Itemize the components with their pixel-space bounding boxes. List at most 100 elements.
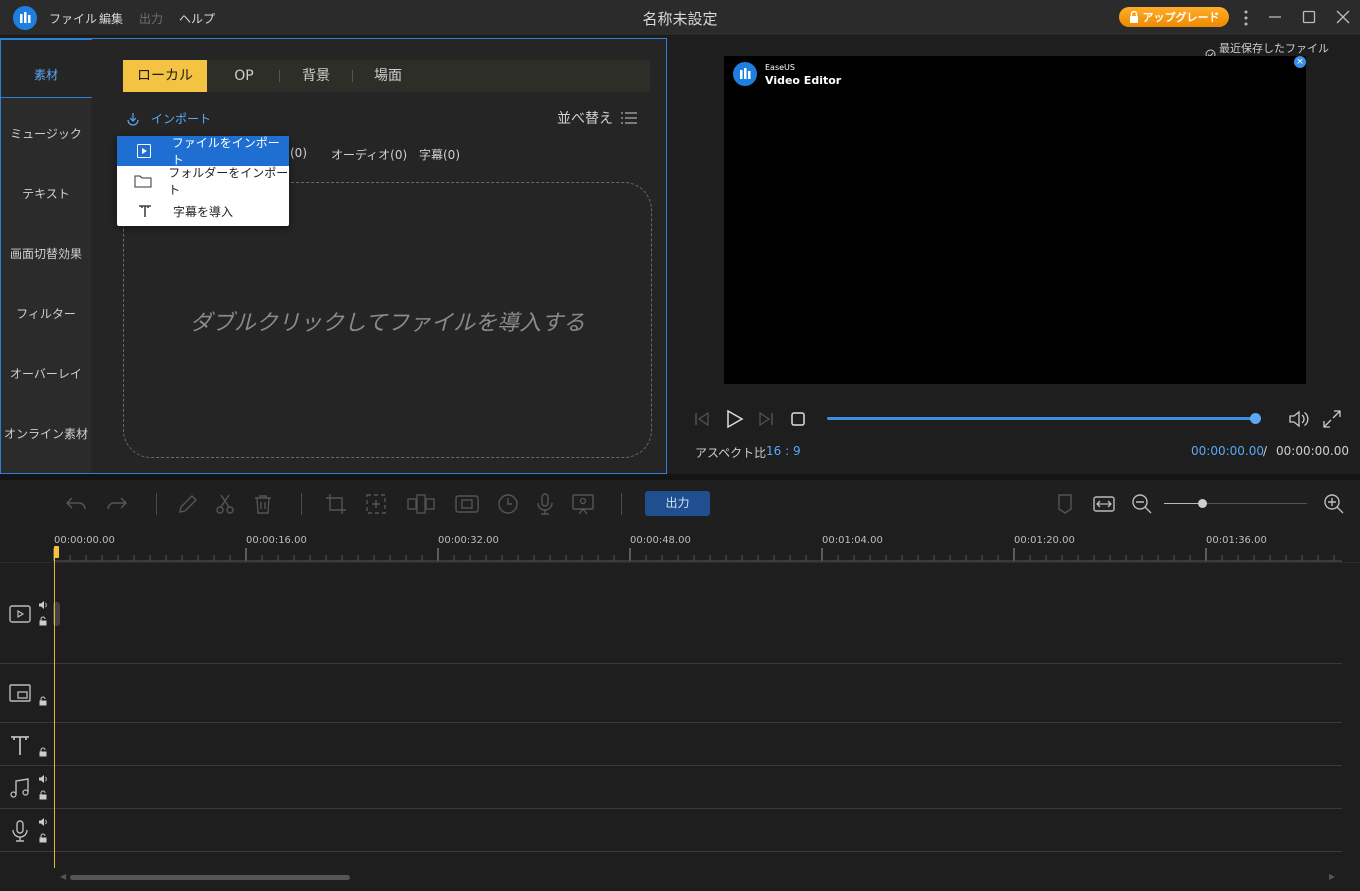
ruler-label: 00:00:48.00 <box>630 535 691 546</box>
playhead-handle[interactable] <box>54 546 59 558</box>
trash-icon[interactable] <box>251 492 275 516</box>
edit-pencil-icon[interactable] <box>176 492 200 516</box>
scissors-icon[interactable] <box>213 492 237 516</box>
undo-icon[interactable] <box>64 492 88 516</box>
filter-tab-subtitle[interactable]: 字幕(0) <box>419 146 460 163</box>
maximize-icon[interactable] <box>1302 10 1316 24</box>
playback-progress-bar[interactable] <box>827 417 1256 420</box>
filter-tab-audio[interactable]: オーディオ(0) <box>331 146 407 163</box>
text-track[interactable] <box>0 723 1342 766</box>
lock-icon <box>1129 11 1139 23</box>
speaker-icon[interactable] <box>38 817 48 827</box>
total-time: 00:00:00.00 <box>1276 444 1349 458</box>
sort-button[interactable]: 並べ替え <box>557 108 637 128</box>
watermark-brand: EaseUS <box>765 63 795 72</box>
toolbar-separator <box>301 493 302 515</box>
tab-op[interactable]: OP <box>219 60 269 92</box>
menu-item-import-folder[interactable]: フォルダーをインポート <box>117 166 289 197</box>
filter-tab-video[interactable]: (0) <box>290 146 307 160</box>
volume-icon[interactable] <box>1288 409 1310 429</box>
aspect-ratio-value[interactable]: 16 : 9 <box>766 444 801 458</box>
unlock-icon[interactable] <box>38 696 48 706</box>
aspect-ratio-label: アスペクト比 <box>695 446 767 460</box>
menu-item-import-subtitle[interactable]: 字幕を導入 <box>117 196 289 226</box>
ruler-label: 00:00:16.00 <box>246 535 307 546</box>
text-track-icon <box>8 733 32 757</box>
tab-separator <box>279 70 280 82</box>
speed-clock-icon[interactable] <box>496 492 520 516</box>
menu-help[interactable]: ヘルプ <box>179 10 215 27</box>
category-text[interactable]: テキスト <box>1 185 91 202</box>
folder-icon <box>117 174 168 188</box>
close-icon[interactable] <box>1336 10 1350 24</box>
play-icon[interactable] <box>724 409 744 429</box>
watermark-logo-icon <box>733 62 757 86</box>
category-filters[interactable]: フィルター <box>1 305 91 322</box>
video-track[interactable] <box>0 563 1342 664</box>
ruler-label: 00:01:20.00 <box>1014 535 1075 546</box>
stop-icon[interactable] <box>790 411 806 427</box>
preview-screen[interactable] <box>724 56 1306 384</box>
screen-record-icon[interactable] <box>571 492 595 516</box>
time-separator: / <box>1263 444 1268 458</box>
minimize-icon[interactable] <box>1268 10 1282 24</box>
tab-local[interactable]: ローカル <box>123 60 207 92</box>
mosaic-icon[interactable] <box>406 492 436 516</box>
category-transitions[interactable]: 画面切替効果 <box>1 245 91 262</box>
category-overlays[interactable]: オーバーレイ <box>1 365 91 382</box>
unlock-icon[interactable] <box>38 833 48 843</box>
unlock-icon[interactable] <box>38 790 48 800</box>
music-track[interactable] <box>0 766 1342 809</box>
menu-item-label: ファイルをインポート <box>171 136 280 167</box>
zoom-crop-icon[interactable] <box>364 492 388 516</box>
menu-item-import-file[interactable]: ファイルをインポート <box>117 136 289 167</box>
menu-edit[interactable]: 編集 <box>99 10 123 27</box>
drop-hint: ダブルクリックしてファイルを導入する <box>189 311 586 336</box>
marker-icon[interactable] <box>1055 492 1079 516</box>
voiceover-mic-icon[interactable] <box>533 492 557 516</box>
fit-timeline-icon[interactable] <box>1092 492 1116 516</box>
redo-icon[interactable] <box>105 492 129 516</box>
import-icon <box>125 111 141 127</box>
menu-export[interactable]: 出力 <box>139 10 163 27</box>
timeline-scroll-thumb[interactable] <box>70 875 350 880</box>
watermark-close-icon[interactable]: × <box>1294 56 1306 68</box>
scroll-right-icon[interactable]: ▶ <box>1329 872 1335 881</box>
tab-scene[interactable]: 場面 <box>361 60 415 92</box>
media-tabs: ローカル OP 背景 場面 <box>123 60 650 92</box>
more-menu-icon[interactable] <box>1243 9 1249 27</box>
overlay-track[interactable] <box>0 664 1342 723</box>
menu-item-label: 字幕を導入 <box>173 204 234 219</box>
import-button[interactable]: インポート <box>125 110 211 127</box>
timeline-zoom-fill <box>1164 503 1202 504</box>
menu-file[interactable]: ファイル <box>49 10 97 27</box>
tab-background[interactable]: 背景 <box>289 60 343 92</box>
category-media[interactable]: 素材 <box>1 66 91 83</box>
timeline-zoom-handle[interactable] <box>1198 499 1207 508</box>
overlay-track-icon <box>8 682 32 706</box>
unlock-icon[interactable] <box>38 616 48 626</box>
playback-progress-handle[interactable] <box>1250 413 1261 424</box>
playhead-line[interactable] <box>54 550 55 872</box>
voice-track-icon <box>8 819 32 843</box>
speaker-icon[interactable] <box>38 600 48 610</box>
video-file-icon <box>117 143 172 159</box>
speaker-icon[interactable] <box>38 774 48 784</box>
category-music[interactable]: ミュージック <box>1 125 91 142</box>
upgrade-button[interactable]: アップグレード <box>1119 7 1229 27</box>
zoom-out-icon[interactable] <box>1130 492 1154 516</box>
freeze-frame-icon[interactable] <box>454 492 479 516</box>
import-label: インポート <box>151 112 212 126</box>
previous-frame-icon[interactable] <box>693 411 711 427</box>
zoom-in-icon[interactable] <box>1322 492 1346 516</box>
next-frame-icon[interactable] <box>757 411 775 427</box>
crop-icon[interactable] <box>324 492 348 516</box>
ruler-label: 00:01:36.00 <box>1206 535 1267 546</box>
category-online[interactable]: オンライン素材 <box>1 425 91 442</box>
scroll-left-icon[interactable]: ◀ <box>60 872 66 881</box>
unlock-icon[interactable] <box>38 747 48 757</box>
fullscreen-icon[interactable] <box>1323 410 1341 428</box>
voice-track[interactable] <box>0 809 1342 852</box>
export-button[interactable]: 出力 <box>645 491 710 516</box>
toolbar-separator <box>156 493 157 515</box>
